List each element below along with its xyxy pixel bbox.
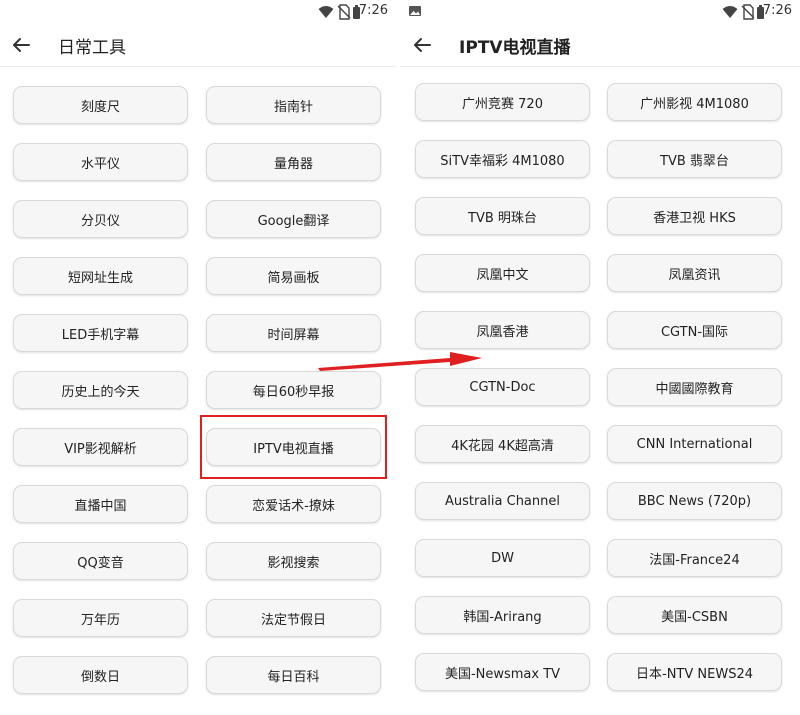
channel-button[interactable]: 中國國際教育 [607, 368, 782, 406]
channel-button[interactable]: 广州影视 4M1080 [607, 83, 782, 121]
page-title: 日常工具 [58, 38, 126, 58]
back-arrow-icon[interactable] [9, 33, 33, 57]
channel-button[interactable]: CGTN-国际 [607, 311, 782, 349]
channel-button[interactable]: CNN International [607, 425, 782, 463]
tool-button[interactable]: 短网址生成 [13, 257, 188, 295]
channel-button[interactable]: BBC News (720p) [607, 482, 782, 520]
channel-button[interactable]: 凤凰中文 [415, 254, 590, 292]
tool-button[interactable]: 时间屏幕 [206, 314, 381, 352]
status-bar: 7:26 [0, 0, 396, 24]
page-title: IPTV电视直播 [459, 38, 571, 58]
tool-button[interactable]: 影视搜索 [206, 542, 381, 580]
channel-button[interactable]: 香港卫视 HKS [607, 197, 782, 235]
channel-button[interactable]: 韩国-Arirang [415, 596, 590, 634]
back-arrow-icon[interactable] [410, 33, 434, 57]
channel-button[interactable]: 美国-Newsmax TV [415, 653, 590, 691]
channel-button[interactable]: 凤凰香港 [415, 311, 590, 349]
channel-button[interactable]: 凤凰资讯 [607, 254, 782, 292]
channel-button[interactable]: 日本-NTV NEWS24 [607, 653, 782, 691]
right-phone-screen: 7:26 IPTV电视直播 广州竞赛 720 广州影视 4M1080 SiTV幸福彩… [400, 0, 800, 715]
tool-button[interactable]: 直播中国 [13, 485, 188, 523]
channel-button[interactable]: DW [415, 539, 590, 577]
status-time: 7:26 [762, 3, 792, 18]
tool-button[interactable]: 每日百科 [206, 656, 381, 694]
tool-button[interactable]: 恋爱话术-撩妹 [206, 485, 381, 523]
tool-button[interactable]: 刻度尺 [13, 86, 188, 124]
channel-button[interactable]: CGTN-Doc [415, 368, 590, 406]
channel-button[interactable]: 4K花园 4K超高清 [415, 425, 590, 463]
tool-button[interactable]: 法定节假日 [206, 599, 381, 637]
tool-button[interactable]: 水平仪 [13, 143, 188, 181]
tool-button[interactable]: 简易画板 [206, 257, 381, 295]
tool-button[interactable]: IPTV电视直播 [206, 428, 381, 466]
channel-button[interactable]: TVB 明珠台 [415, 197, 590, 235]
tool-button[interactable]: 倒数日 [13, 656, 188, 694]
tool-button[interactable]: LED手机字幕 [13, 314, 188, 352]
wifi-icon [318, 6, 334, 18]
tool-button[interactable]: VIP影视解析 [13, 428, 188, 466]
tool-button[interactable]: 量角器 [206, 143, 381, 181]
channel-button[interactable]: 广州竞赛 720 [415, 83, 590, 121]
status-bar: 7:26 [400, 0, 800, 24]
tool-button[interactable]: 分贝仪 [13, 200, 188, 238]
channel-button[interactable]: 法国-France24 [607, 539, 782, 577]
status-time: 7:26 [358, 3, 388, 18]
tool-button[interactable]: QQ变音 [13, 542, 188, 580]
app-bar: IPTV电视直播 [400, 24, 800, 67]
image-notification-icon [409, 6, 421, 16]
channel-button[interactable]: TVB 翡翠台 [607, 140, 782, 178]
channel-button[interactable]: 美国-CSBN [607, 596, 782, 634]
tool-button[interactable]: 每日60秒早报 [206, 371, 381, 409]
tool-button[interactable]: 万年历 [13, 599, 188, 637]
wifi-icon [722, 6, 738, 18]
tool-button[interactable]: 历史上的今天 [13, 371, 188, 409]
channel-button[interactable]: SiTV幸福彩 4M1080 [415, 140, 590, 178]
left-phone-screen: 7:26 日常工具 刻度尺 指南针 水平仪 量角器 分贝仪 Google翻译 短网址生成 简易… [0, 0, 396, 715]
channel-button[interactable]: Australia Channel [415, 482, 590, 520]
tool-button[interactable]: 指南针 [206, 86, 381, 124]
tool-button[interactable]: Google翻译 [206, 200, 381, 238]
app-bar: 日常工具 [0, 24, 396, 67]
